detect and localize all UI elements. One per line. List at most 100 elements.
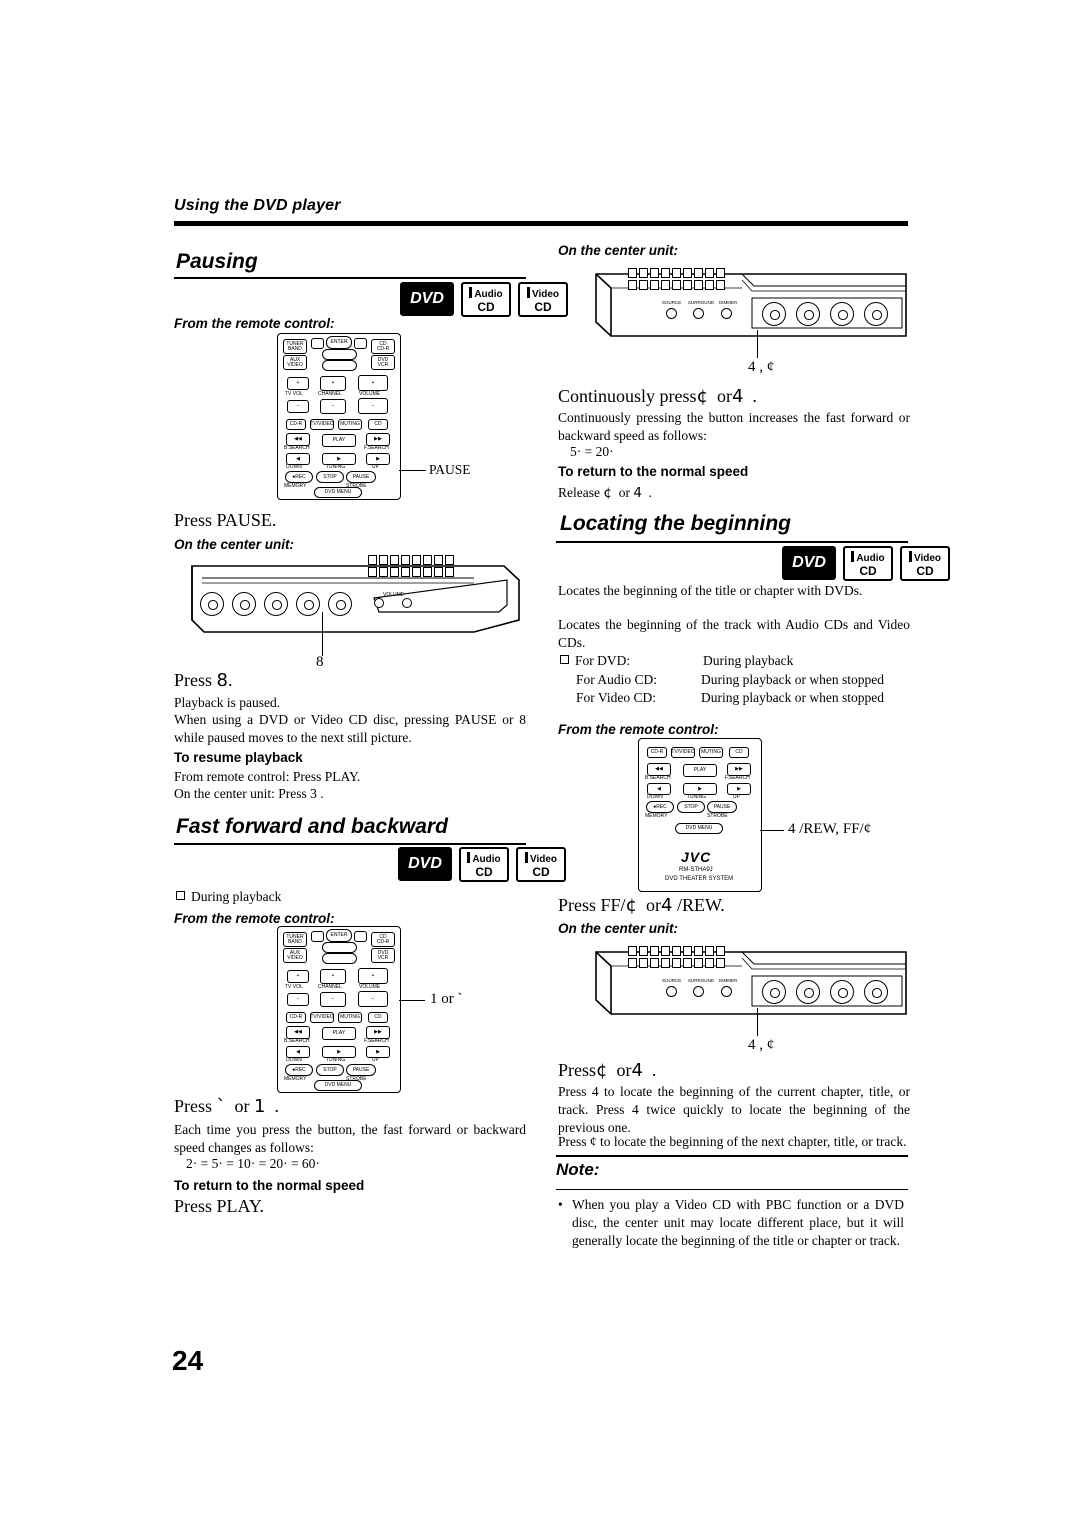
badge-dvd-locating: DVD <box>782 546 836 580</box>
remote-model-label: RM-STHA9J <box>679 867 713 873</box>
remote-label-fsearch: F.SEARCH <box>364 445 389 451</box>
during-playback-item: During playback <box>176 888 476 906</box>
remote-volume-plus: + <box>358 375 388 391</box>
remote2-button-tv-video: TV/VIDEO <box>310 1012 334 1023</box>
locating-list-item-video-cd: For Video CD: During playback or when sto… <box>576 690 884 705</box>
remote3-label-strobe: STROBE <box>707 813 728 819</box>
badge-audio-cd-locating: Audio CD <box>843 546 893 581</box>
remote3-label-tuning: TUNING <box>687 794 707 800</box>
note-title: Note: <box>556 1160 600 1179</box>
center-unit-dot-loc-3 <box>721 986 732 997</box>
remote2-button-tuner-band: TUNER BAND <box>283 932 307 947</box>
remote2-label-down: DOWN <box>286 1057 302 1063</box>
center-unit-dot-ff-3 <box>721 308 732 319</box>
remote2-tvvol-plus: + <box>287 970 309 983</box>
pausing-para-1: Playback is paused. <box>174 695 281 710</box>
display-led-row-ff-1 <box>628 268 725 278</box>
remote-cursor-right <box>354 338 367 349</box>
badges-locating: DVD Audio CD Video CD <box>782 546 950 581</box>
remote-label-tuning: TUNING <box>326 464 346 470</box>
label-on-center-locating: On the center unit: <box>558 921 679 936</box>
remote-illustration-ff: TUNER BAND AUX VIDEO CD CD-R DVD VCR ENTER +… <box>277 926 401 1093</box>
leader-line-locating-center <box>757 1008 759 1036</box>
remote2-label-tuning: TUNING <box>326 1057 346 1063</box>
continuously-return-line: Release ¢ or 4 . <box>558 485 653 501</box>
center-unit-illustration-ff: SOURCE SURROUND DIMMER <box>556 258 908 358</box>
section-title-locating: Locating the beginning <box>560 512 791 535</box>
remote2-button-play: PLAY <box>322 1027 356 1040</box>
leader-line-ff <box>399 1000 425 1002</box>
manual-page: Using the DVD player Pausing DVD Audio C… <box>0 0 1080 1528</box>
note-block: Note: <box>556 1160 908 1180</box>
remote3-label-down: DOWN <box>647 794 663 800</box>
center-unit-label-volume: VOLUME <box>383 592 405 598</box>
remote-button-stop: STOP <box>316 471 344 483</box>
section-rule-pausing <box>174 277 526 279</box>
callout-center-number: 8 <box>316 654 324 670</box>
locating-para-4: Press ¢ to locate the beginning of the n… <box>558 1134 907 1149</box>
ff-return-line: Press PLAY. <box>174 1196 265 1216</box>
remote3-label-bsearch: B.SEARCH <box>645 775 671 781</box>
remote2-button-rec: ●REC <box>285 1064 313 1076</box>
note-rule-top <box>556 1155 908 1157</box>
remote2-volume-plus: + <box>358 968 388 984</box>
locating-list-item-dvd: For DVD: During playback <box>560 652 912 670</box>
leader-line-pause-center <box>322 612 324 656</box>
remote2-label-memory: MEMORY <box>284 1076 307 1082</box>
remote-channel-minus: − <box>320 399 346 414</box>
remote2-button-aux-video: AUX VIDEO <box>283 948 307 963</box>
remote-enter-button <box>322 360 357 371</box>
section-title-pausing: Pausing <box>176 250 258 273</box>
display-led-row-loc-2 <box>628 958 725 968</box>
center-unit-illustration-locating: SOURCE SURROUND DIMMER <box>556 936 908 1036</box>
center-unit-label-surround-loc: SURROUND <box>688 978 715 983</box>
remote-tvvol-plus: + <box>287 377 309 390</box>
note-bullet: • <box>558 1197 563 1212</box>
badge-dvd: DVD <box>400 282 454 316</box>
remote-button-dvd-menu: DVD MENU <box>314 487 362 498</box>
jvc-logo: JVC <box>681 849 712 865</box>
press-ff-line: Press ` or 1 . <box>174 1096 279 1117</box>
remote3-button-cd: CD <box>729 747 749 758</box>
center-unit-knob-loc-4 <box>864 980 888 1004</box>
remote-tvvol-minus: − <box>287 400 309 413</box>
checkbox-icon-dvd <box>560 655 569 664</box>
label-on-center-top-right: On the center unit: <box>558 243 679 258</box>
remote-button-tuner-band: TUNER BAND <box>283 339 307 354</box>
continuously-press-line: Continuously press¢ or4 . <box>558 386 757 407</box>
remote-illustration-pausing: TUNER BAND AUX VIDEO CD CD-R DVD VCR ENTER +… <box>277 333 401 500</box>
remote-label-tvvol: TV VOL <box>285 391 303 397</box>
center-unit-knob-ff-1 <box>762 302 786 326</box>
badge-audio-cd-ff: Audio CD <box>459 847 509 882</box>
center-unit-knob-3 <box>264 592 288 616</box>
remote-cursor-left <box>311 338 324 349</box>
center-unit-dot-2 <box>402 598 412 608</box>
center-unit-illustration-pausing: VOLUME <box>174 550 526 648</box>
remote2-button-cdr: CD-R <box>286 1012 306 1023</box>
locating-para-1: Locates the beginning of the title or ch… <box>558 583 863 598</box>
remote-cursor-down <box>322 349 357 360</box>
checkbox-icon <box>176 891 185 900</box>
badge-video-cd-locating: Video CD <box>900 546 950 581</box>
remote-button-pause: PAUSE <box>346 471 376 483</box>
heading-return-normal-right: To return to the normal speed <box>558 464 749 479</box>
continuously-speeds: 5· = 20· <box>570 444 614 459</box>
center-unit-knob-loc-2 <box>796 980 820 1004</box>
display-led-row-1 <box>368 555 454 565</box>
remote3-button-dvd-menu: DVD MENU <box>675 823 723 834</box>
label-from-remote-pausing: From the remote control: <box>174 316 335 331</box>
press-pause-line: Press PAUSE. <box>174 510 277 530</box>
remote-button-cdr: CD-R <box>286 419 306 430</box>
remote3-button-muting: MUTING <box>699 747 723 758</box>
pausing-para-2: When using a DVD or Video CD disc, press… <box>174 712 526 745</box>
remote-button-rec: ●REC <box>285 471 313 483</box>
remote2-label-channel: CHANNEL <box>318 984 342 990</box>
remote2-label-bsearch: B.SEARCH <box>284 1038 310 1044</box>
remote2-tvvol-minus: − <box>287 993 309 1006</box>
center-unit-dot-1 <box>374 598 384 608</box>
leader-line-locating <box>760 830 784 832</box>
center-unit-knob-ff-4 <box>864 302 888 326</box>
center-unit-dot-ff-2 <box>693 308 704 319</box>
press-center-line: Press 8. <box>174 670 233 691</box>
press-ff-rew-line: Press FF/¢ or4 /REW. <box>558 895 725 916</box>
